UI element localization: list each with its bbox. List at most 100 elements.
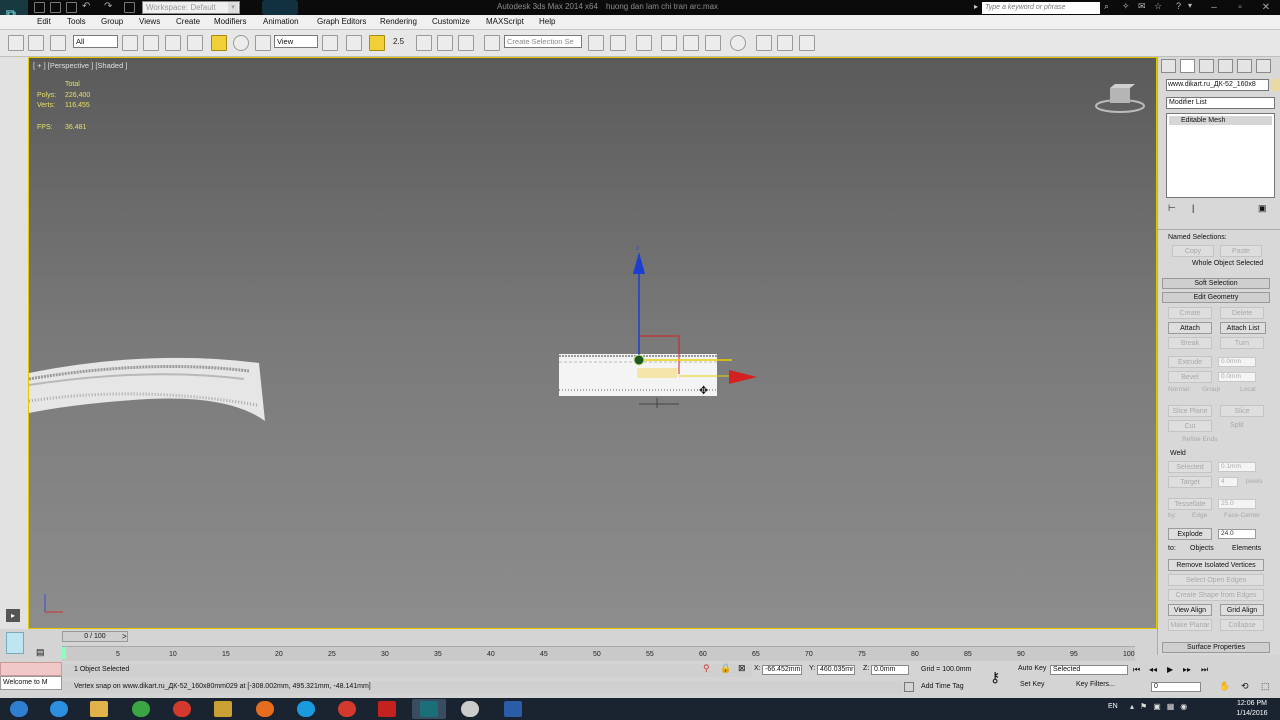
attach-button[interactable]: Attach — [1168, 322, 1212, 334]
edit-named-selection-icon[interactable] — [484, 35, 500, 51]
tessellate-tension-field[interactable]: 25.0 — [1218, 499, 1256, 509]
green-app-icon[interactable] — [124, 699, 158, 719]
schematic-view-icon[interactable] — [705, 35, 721, 51]
layer-manager-icon[interactable] — [636, 35, 652, 51]
bind-to-space-warp-icon[interactable] — [50, 35, 66, 51]
surface-properties-rollout[interactable]: Surface Properties — [1162, 642, 1270, 653]
help-chevron-icon[interactable]: ▾ — [1188, 1, 1192, 10]
stack-item-editable-mesh[interactable]: Editable Mesh — [1169, 116, 1272, 125]
selection-filter-dropdown[interactable]: All — [73, 35, 118, 48]
menu-edit[interactable]: Edit — [37, 17, 51, 26]
motion-tab-icon[interactable] — [1218, 59, 1233, 73]
go-to-end-icon[interactable]: ⏭ — [1201, 665, 1208, 675]
binoculars-icon[interactable]: ⌕ — [1104, 1, 1109, 12]
expand-arrow-icon[interactable]: ▸ — [6, 609, 20, 622]
project-folder-icon[interactable] — [124, 2, 135, 13]
edit-geometry-rollout[interactable]: Edit Geometry — [1162, 292, 1270, 303]
auto-key-button[interactable]: Auto Key — [1018, 665, 1046, 672]
redo-icon[interactable]: ↷ — [104, 2, 115, 13]
turn-button[interactable]: Turn — [1220, 337, 1264, 349]
open-file-icon[interactable] — [50, 2, 61, 13]
grid-align-button[interactable]: Grid Align — [1220, 604, 1264, 616]
workspace-dropdown[interactable]: Workspace: Default — [142, 1, 240, 14]
refine-ends-checkbox[interactable]: Refine Ends — [1182, 436, 1217, 443]
menu-customize[interactable]: Customize — [432, 17, 470, 26]
explode-objects-radio[interactable]: Objects — [1190, 545, 1214, 552]
snaps-toggle-icon[interactable]: 2.5 — [393, 35, 409, 51]
explode-angle-field[interactable]: 24.0 — [1218, 529, 1256, 539]
reference-coordinate-dropdown[interactable]: View — [274, 35, 318, 48]
next-frame-icon[interactable]: ▸▸ — [1183, 665, 1191, 674]
material-editor-icon[interactable] — [730, 35, 746, 51]
molding-arc-object[interactable] — [29, 355, 269, 427]
key-filters-button[interactable]: Key Filters... — [1076, 681, 1115, 688]
menu-help[interactable]: Help — [539, 17, 555, 26]
subscription-icon[interactable]: ✧ — [1122, 1, 1130, 12]
weld-target-pixels-field[interactable]: 4 — [1218, 477, 1238, 487]
z-coordinate-field[interactable]: 0.0mm — [871, 665, 909, 675]
chrome-icon[interactable] — [165, 699, 199, 719]
curve-editor-icon[interactable] — [683, 35, 699, 51]
menu-group[interactable]: Group — [101, 17, 123, 26]
cut-button[interactable]: Cut — [1168, 420, 1212, 432]
select-and-scale-icon[interactable] — [255, 35, 271, 51]
menu-animation[interactable]: Animation — [263, 17, 299, 26]
make-planar-button[interactable]: Make Planar — [1168, 619, 1212, 631]
pan-view-icon[interactable]: ✋ — [1219, 681, 1230, 692]
orbit-icon[interactable]: ⟲ — [1241, 681, 1249, 692]
current-frame-field[interactable]: 0 — [1151, 682, 1201, 692]
set-key-mode-icon[interactable]: ⚷ — [990, 669, 1000, 686]
named-selection-set-dropdown[interactable]: Create Selection Se — [504, 35, 582, 48]
3dsmax-taskbar-icon[interactable] — [412, 699, 446, 719]
start-button[interactable] — [2, 699, 36, 719]
undo-icon[interactable]: ↶ — [82, 2, 93, 13]
y-coordinate-field[interactable]: 460.035mr — [817, 665, 855, 675]
create-button[interactable]: Create — [1168, 307, 1212, 319]
percent-snap-icon[interactable] — [437, 35, 453, 51]
favorites-star-icon[interactable]: ☆ — [1154, 1, 1162, 12]
perspective-viewport[interactable]: [ + ] [Perspective ] [Shaded ] Total Pol… — [28, 57, 1157, 629]
spinner-snap-icon[interactable] — [458, 35, 474, 51]
show-end-result-icon[interactable]: | — [1192, 203, 1194, 213]
time-slider-next-icon[interactable]: > — [122, 632, 127, 641]
tessellate-face-center-radio[interactable]: Face-Center — [1224, 512, 1260, 519]
menu-maxscript[interactable]: MAXScript — [486, 17, 524, 26]
modify-tab-icon[interactable] — [1180, 59, 1195, 73]
object-color-swatch[interactable] — [1271, 79, 1280, 91]
selected-molding-object[interactable]: z ✥ — [557, 244, 797, 410]
object-name-field[interactable]: www.dikart.ru_ДК-52_160x8 — [1166, 79, 1269, 91]
minimize-icon[interactable]: – — [1200, 0, 1228, 15]
communication-center-icon[interactable]: ✉ — [1138, 1, 1146, 12]
tessellate-edge-radio[interactable]: Edge — [1192, 512, 1207, 519]
modifier-stack[interactable]: Editable Mesh — [1166, 113, 1275, 198]
weld-target-button[interactable]: Target — [1168, 476, 1212, 488]
language-indicator[interactable]: EN — [1108, 703, 1118, 710]
workspace-chevron-icon[interactable]: ▾ — [228, 2, 238, 13]
render-setup-icon[interactable] — [756, 35, 772, 51]
media-player-icon[interactable] — [206, 699, 240, 719]
delete-button[interactable]: Delete — [1220, 307, 1264, 319]
selection-lock-icon[interactable]: 🔒 — [720, 663, 731, 674]
paste-button[interactable]: Paste — [1220, 245, 1262, 257]
view-align-button[interactable]: View Align — [1168, 604, 1212, 616]
system-tray-icons[interactable]: ▴⚑▣▦◉ — [1130, 702, 1220, 714]
new-file-icon[interactable] — [34, 2, 45, 13]
time-slider[interactable]: 0 / 100 — [62, 631, 128, 642]
select-and-move-icon[interactable] — [211, 35, 227, 51]
split-checkbox[interactable]: Split — [1230, 422, 1244, 429]
play-icon[interactable]: ▶ — [1167, 665, 1173, 674]
key-mode-dropdown[interactable]: Selected — [1050, 665, 1128, 675]
maximize-viewport-icon[interactable]: ⬚ — [1261, 681, 1270, 692]
create-shape-from-edges-button[interactable]: Create Shape from Edges — [1168, 589, 1264, 601]
tessellate-button[interactable]: Tessellate — [1168, 498, 1212, 510]
select-object-icon[interactable] — [122, 35, 138, 51]
select-by-name-icon[interactable] — [143, 35, 159, 51]
time-tag-icon[interactable] — [904, 682, 914, 692]
explode-elements-radio[interactable]: Elements — [1232, 545, 1261, 552]
current-frame-marker[interactable] — [62, 647, 66, 659]
remove-isolated-vertices-button[interactable]: Remove Isolated Vertices — [1168, 559, 1264, 571]
bevel-button[interactable]: Bevel — [1168, 371, 1212, 383]
previous-frame-icon[interactable]: ◂◂ — [1149, 665, 1157, 674]
rectangular-selection-icon[interactable] — [165, 35, 181, 51]
internet-explorer-icon[interactable] — [42, 699, 76, 719]
